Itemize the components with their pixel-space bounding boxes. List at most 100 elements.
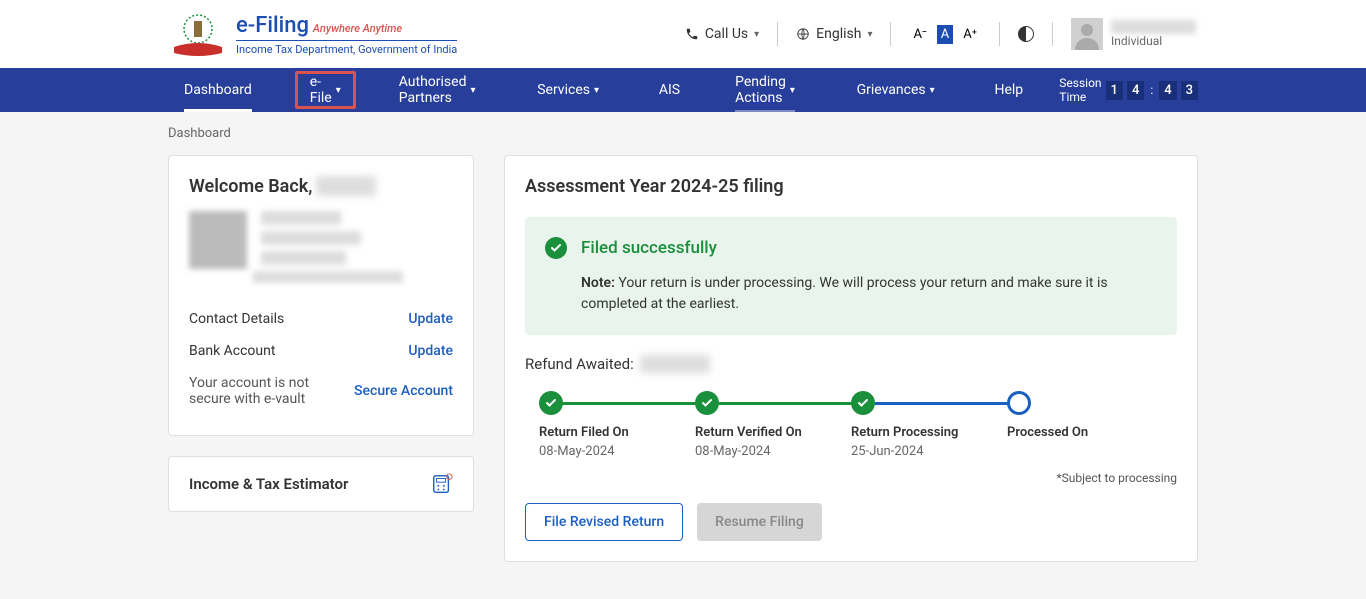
step-label: Return Filed On [539, 425, 629, 440]
divider [999, 22, 1000, 46]
session-timer: Session Time 1 4 : 4 3 [1059, 76, 1198, 104]
filing-title: Assessment Year 2024-25 filing [525, 176, 1177, 197]
nav-services[interactable]: Services▾ [521, 68, 615, 112]
bank-account-label: Bank Account [189, 343, 275, 359]
session-digit: 4 [1127, 81, 1144, 100]
action-buttons: File Revised Return Resume Filing [525, 503, 1177, 541]
detail-redacted [261, 251, 346, 265]
language-dropdown[interactable]: English ▾ [796, 26, 872, 42]
nav-help[interactable]: Help [978, 68, 1039, 112]
top-header: e-Filing Anywhere Anytime Income Tax Dep… [0, 0, 1366, 68]
contrast-toggle[interactable] [1018, 26, 1034, 42]
chevron-down-icon: ▾ [470, 85, 475, 96]
check-circle-icon [545, 237, 567, 259]
step-check-icon [695, 391, 719, 415]
nav-efile[interactable]: e-File▾ [295, 71, 356, 109]
update-contact-link[interactable]: Update [408, 311, 453, 327]
divider [777, 22, 778, 46]
nav-pending-actions[interactable]: Pending Actions▾ [719, 68, 811, 112]
step-label: Return Processing [851, 425, 958, 440]
calculator-icon [431, 473, 453, 495]
chevron-down-icon: ▾ [594, 85, 599, 96]
font-decrease-button[interactable]: A⁻ [909, 25, 930, 44]
detail-redacted [261, 211, 341, 225]
contact-details-label: Contact Details [189, 311, 284, 327]
chevron-down-icon: ▾ [790, 85, 795, 96]
estimator-title: Income & Tax Estimator [189, 475, 348, 493]
secure-account-link[interactable]: Secure Account [354, 383, 453, 399]
note-text: Your return is under processing. We will… [581, 275, 1108, 312]
emblem-icon [168, 9, 228, 59]
chevron-down-icon: ▾ [754, 29, 759, 40]
step-label: Return Verified On [695, 425, 802, 440]
chevron-down-icon: ▾ [336, 85, 341, 96]
update-bank-link[interactable]: Update [408, 343, 453, 359]
logo-text: e-Filing Anywhere Anytime Income Tax Dep… [236, 13, 457, 56]
logo-subtitle: Income Tax Department, Government of Ind… [236, 40, 457, 56]
nav-grievances[interactable]: Grievances▾ [841, 68, 951, 112]
session-digit: 1 [1106, 81, 1123, 100]
profile-photo [189, 211, 247, 269]
phone-icon [685, 27, 699, 41]
nav-authorised-partners[interactable]: Authorised Partners▾ [383, 68, 492, 112]
secure-account-desc: Your account is not secure with e-vault [189, 375, 329, 407]
call-us-label: Call Us [705, 26, 748, 42]
call-us-dropdown[interactable]: Call Us ▾ [685, 26, 759, 42]
left-column: Welcome Back, Contact Details Update Ban… [168, 155, 474, 562]
logo-area[interactable]: e-Filing Anywhere Anytime Income Tax Dep… [168, 9, 457, 59]
file-revised-return-button[interactable]: File Revised Return [525, 503, 683, 541]
logo-title: e-Filing [236, 13, 309, 38]
filing-progress: Return Filed On 08-May-2024 Return Verif… [525, 391, 1177, 459]
main-nav: Dashboard e-File▾ Authorised Partners▾ S… [0, 68, 1366, 112]
avatar-icon [1071, 18, 1103, 50]
step-check-icon [851, 391, 875, 415]
divider [890, 22, 891, 46]
step-return-verified: Return Verified On 08-May-2024 [695, 391, 851, 459]
font-increase-button[interactable]: A⁺ [959, 25, 981, 44]
detail-redacted [253, 271, 403, 283]
step-check-icon [539, 391, 563, 415]
resume-filing-button: Resume Filing [697, 503, 822, 541]
user-name [1111, 20, 1196, 34]
step-return-filed: Return Filed On 08-May-2024 [539, 391, 695, 459]
right-column: Assessment Year 2024-25 filing Filed suc… [504, 155, 1198, 562]
disclaimer-text: *Subject to processing [525, 471, 1177, 485]
refund-label: Refund Awaited: [525, 355, 634, 373]
detail-redacted [261, 231, 361, 245]
logo-tagline: Anywhere Anytime [313, 22, 402, 35]
welcome-title: Welcome Back, [189, 176, 312, 197]
divider [1052, 22, 1053, 46]
step-date: 08-May-2024 [539, 444, 615, 459]
welcome-user-name [316, 176, 376, 196]
chevron-down-icon: ▾ [930, 85, 935, 96]
main-content: Welcome Back, Contact Details Update Ban… [0, 155, 1366, 562]
session-digit: 4 [1159, 81, 1176, 100]
note-label: Note: [581, 275, 615, 291]
step-label: Processed On [1007, 425, 1088, 440]
user-type: Individual [1111, 34, 1196, 48]
status-box: Filed successfully Note: Your return is … [525, 217, 1177, 335]
status-title: Filed successfully [581, 238, 717, 258]
nav-dashboard[interactable]: Dashboard [168, 68, 268, 112]
estimator-card[interactable]: Income & Tax Estimator [168, 456, 474, 512]
refund-amount [640, 355, 710, 373]
status-note: Note: Your return is under processing. W… [545, 273, 1157, 315]
nav-ais[interactable]: AIS [643, 68, 696, 112]
step-date: 25-Jun-2024 [851, 444, 924, 459]
filing-card: Assessment Year 2024-25 filing Filed suc… [504, 155, 1198, 562]
font-size-controls: A⁻ A A⁺ [909, 25, 981, 44]
session-label: Session Time [1059, 76, 1101, 104]
font-normal-button[interactable]: A [937, 25, 953, 44]
user-menu[interactable]: Individual [1071, 18, 1196, 50]
header-tools: Call Us ▾ English ▾ A⁻ A A⁺ Individual [685, 18, 1366, 50]
language-label: English [816, 26, 861, 42]
step-date: 08-May-2024 [695, 444, 771, 459]
step-pending-icon [1007, 391, 1031, 415]
breadcrumb: Dashboard [0, 112, 1366, 155]
profile-details [261, 211, 403, 283]
step-return-processing: Return Processing 25-Jun-2024 [851, 391, 1007, 459]
chevron-down-icon: ▾ [867, 29, 872, 40]
welcome-card: Welcome Back, Contact Details Update Ban… [168, 155, 474, 436]
session-digit: 3 [1181, 81, 1198, 100]
globe-icon [796, 27, 810, 41]
